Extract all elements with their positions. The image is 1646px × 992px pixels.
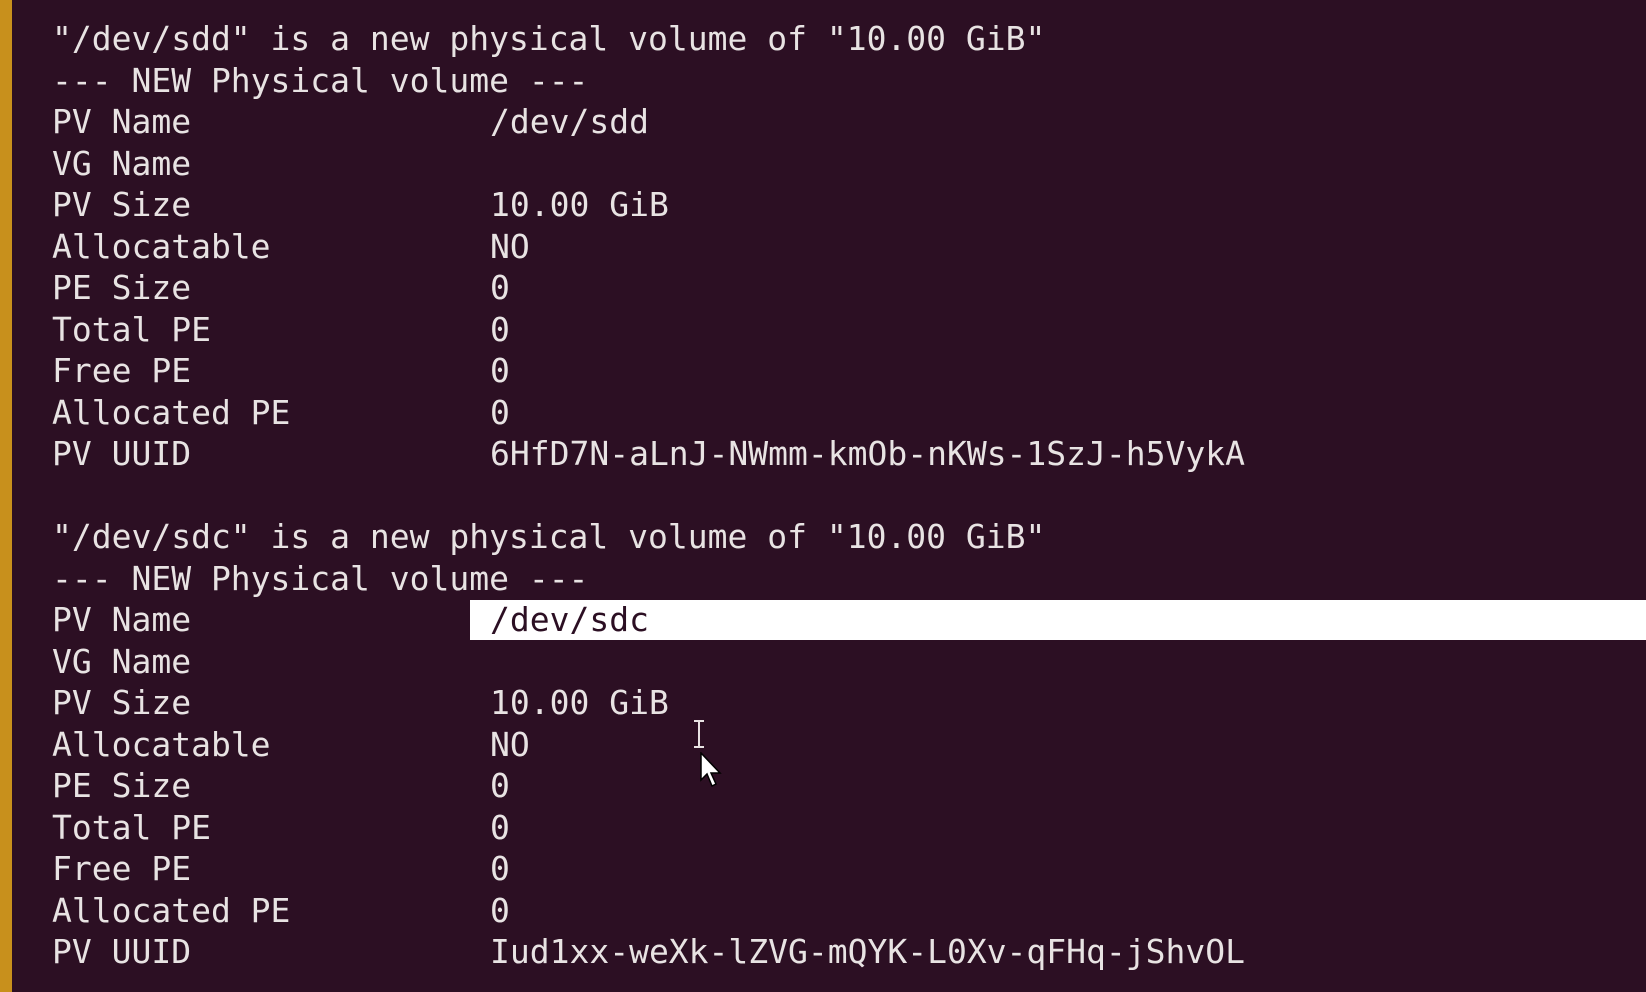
mouse-pointer-icon	[700, 751, 722, 788]
row-label: PV Size	[52, 683, 192, 722]
row-value: 10.00 GiB	[490, 185, 669, 224]
row-value: 0	[490, 309, 510, 349]
row-label: Allocatable	[52, 226, 271, 266]
row-value: /dev/sdc	[490, 600, 649, 639]
pv-header-line: "/dev/sdd" is a new physical volume of "…	[52, 19, 1046, 58]
row-label: Allocated PE	[52, 392, 291, 432]
pv-subheader-line: --- NEW Physical volume ---	[52, 60, 589, 100]
pv-header-line: "/dev/sdc" is a new physical volume of "…	[52, 517, 1046, 556]
text-selection-highlight[interactable]: /dev/sdc	[470, 600, 1646, 640]
pv-row-total-pe: Total PE 0	[52, 807, 1646, 849]
terminal-window[interactable]: "/dev/sdd" is a new physical volume of "…	[0, 0, 1646, 992]
terminal-output[interactable]: "/dev/sdd" is a new physical volume of "…	[52, 18, 1646, 973]
pv-row-free-pe: Free PE 0	[52, 848, 1646, 890]
pv-row-pv-size: PV Size 10.00 GiB	[52, 184, 1646, 226]
row-label: Free PE	[52, 849, 192, 888]
pv-row-allocated-pe: Allocated PE 0	[52, 392, 1646, 434]
pv-row-total-pe: Total PE 0	[52, 309, 1646, 351]
pv-row-allocated-pe: Allocated PE 0	[52, 890, 1646, 932]
row-value: 0	[490, 766, 510, 805]
pv-subheader-line: --- NEW Physical volume ---	[52, 558, 589, 598]
row-value: 0	[490, 392, 510, 432]
row-value: 0	[490, 807, 510, 847]
row-value: NO	[490, 724, 530, 764]
row-label: PE Size	[52, 268, 192, 307]
row-label: PV Name	[52, 600, 192, 639]
row-label: PV Name	[52, 102, 192, 141]
pv-row-pv-uuid: PV UUID Iud1xx-weXk-lZVG-mQYK-L0Xv-qFHq-j…	[52, 931, 1646, 973]
row-value: NO	[490, 226, 530, 266]
row-value: 10.00 GiB	[490, 683, 669, 722]
pv-row-vg-name: VG Name	[52, 641, 1646, 683]
row-label: Allocatable	[52, 724, 271, 764]
row-value: 0	[490, 268, 510, 307]
row-value: 0	[490, 351, 510, 390]
row-value: 0	[490, 849, 510, 888]
pv-row-allocatable: Allocatable NO	[52, 724, 1646, 766]
pv-row-free-pe: Free PE 0	[52, 350, 1646, 392]
pv-row-pe-size: PE Size 0	[52, 765, 1646, 807]
window-border	[0, 0, 12, 992]
pv-row-allocatable: Allocatable NO	[52, 226, 1646, 268]
pv-row-vg-name: VG Name	[52, 143, 1646, 185]
row-label: Allocated PE	[52, 890, 291, 930]
row-label: Free PE	[52, 351, 192, 390]
row-value: 0	[490, 890, 510, 930]
pv-row-pv-uuid: PV UUID 6HfD7N-aLnJ-NWmm-kmOb-nKWs-1SzJ-h…	[52, 433, 1646, 475]
row-value: 6HfD7N-aLnJ-NWmm-kmOb-nKWs-1SzJ-h5VykA	[490, 434, 1245, 473]
row-label: Total PE	[52, 807, 211, 847]
pv-row-pv-size: PV Size 10.00 GiB	[52, 682, 1646, 724]
row-label: PV Size	[52, 185, 192, 224]
row-label: PE Size	[52, 766, 192, 805]
row-value: Iud1xx-weXk-lZVG-mQYK-L0Xv-qFHq-jShvOL	[490, 932, 1245, 971]
row-label: Total PE	[52, 309, 211, 349]
pv-row-pv-name: PV Name/dev/sdd	[52, 101, 1646, 143]
row-label: VG Name	[52, 143, 192, 183]
ibeam-cursor-icon	[692, 720, 706, 748]
row-label: PV UUID	[52, 932, 192, 971]
pv-row-pe-size: PE Size 0	[52, 267, 1646, 309]
pv-row-pv-name: PV Name/dev/sdc	[52, 599, 1646, 641]
row-label: PV UUID	[52, 434, 192, 473]
row-value: /dev/sdd	[490, 102, 649, 141]
row-label: VG Name	[52, 641, 192, 681]
